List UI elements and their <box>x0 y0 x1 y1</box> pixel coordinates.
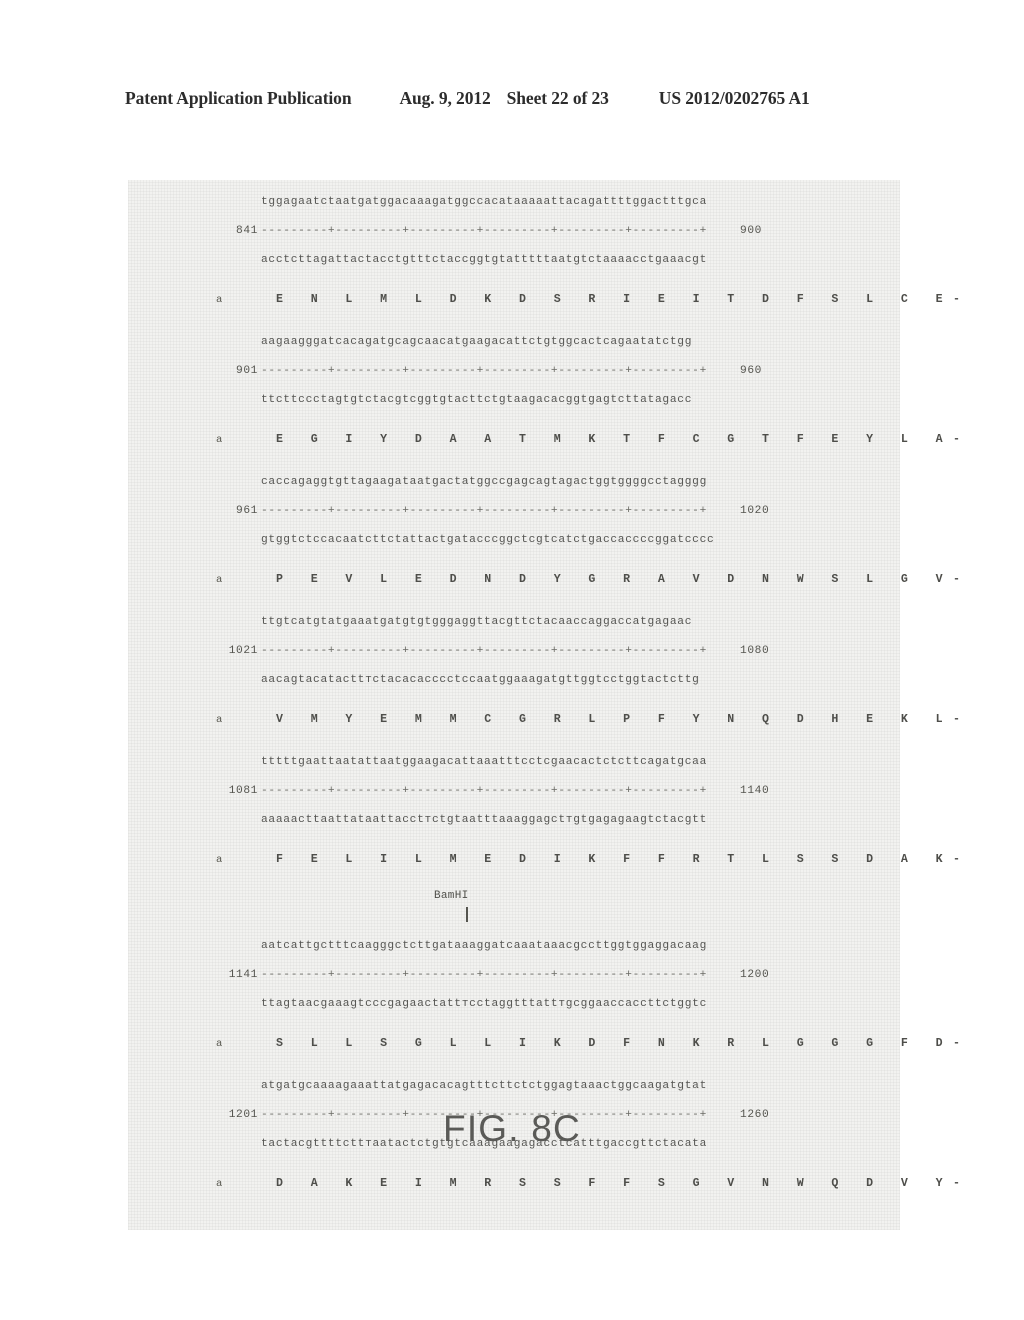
position-end: 1020 <box>740 505 770 517</box>
top-strand-row: ttgtcatgtatgaaatgatgtgtgggaggttacgttctac… <box>128 608 900 636</box>
ruler-ticks: ---------+---------+---------+---------+… <box>261 225 708 237</box>
ruler-row: 961 ---------+---------+---------+-------… <box>128 496 900 526</box>
frame-marker: a <box>216 714 223 726</box>
protein-translation-row: aE N L M L D K D S R I E I T D F S L C E… <box>128 274 960 326</box>
frame-marker: a <box>216 294 223 306</box>
protein-sequence: P E V L E D N D Y G R A V D N W S L G V- <box>276 573 971 586</box>
figure-panel: tggagaatctaatgatggacaaagatggccacataaaaat… <box>128 180 960 1230</box>
page-header: Patent Application Publication Aug. 9, 2… <box>125 88 900 109</box>
position-end: 960 <box>740 365 762 377</box>
restriction-site-annotation: BamHI <box>128 888 900 932</box>
top-strand-sequence: tggagaatctaatgatggacaaagatggccacataaaaat… <box>261 196 708 208</box>
top-strand-sequence: aatcattgctttcaagggctcttgataaaggatcaaataa… <box>261 940 708 952</box>
protein-sequence: E N L M L D K D S R I E I T D F S L C E- <box>276 293 971 306</box>
protein-translation-row: aP E V L E D N D Y G R A V D N W S L G V… <box>128 554 960 606</box>
frame-marker: a <box>216 854 223 866</box>
bottom-strand-sequence: gtggtctccacaatcttctattactgatacccggctcgtc… <box>261 534 715 546</box>
position-start: 1081 <box>228 785 258 797</box>
top-strand-row: caccagaggtgttagaagataatgactatggccgagcagt… <box>128 468 900 496</box>
sequence-block: tttttgaattaatattaatggaagacattaaatttcctcg… <box>128 748 960 886</box>
top-strand-row: aagaagggatcacagatgcagcaacatgaagacattctgt… <box>128 328 900 356</box>
protein-translation-row: aF E L I L M E D I K F F R T L S S D A K… <box>128 834 960 886</box>
ruler-row: 1141 ---------+---------+---------+------… <box>128 960 900 990</box>
ruler-ticks: ---------+---------+---------+---------+… <box>261 785 708 797</box>
frame-marker: a <box>216 1038 223 1050</box>
ruler-row: 901 ---------+---------+---------+-------… <box>128 356 900 386</box>
enzyme-pointer-tick <box>466 907 468 922</box>
ruler-ticks: ---------+---------+---------+---------+… <box>261 365 708 377</box>
sequence-block: aatcattgctttcaagggctcttgataaaggatcaaataa… <box>128 932 960 1070</box>
protein-translation-row: aV M Y E M M C G R L P F Y N Q D H E K L… <box>128 694 960 746</box>
top-strand-sequence: atgatgcaaaagaaattatgagacacagtttcttctctgg… <box>261 1080 708 1092</box>
protein-sequence: V M Y E M M C G R L P F Y N Q D H E K L- <box>276 713 971 726</box>
bottom-strand-sequence: ttagtaacgaaagtcccgagaactattтcctaggtttatt… <box>261 998 708 1010</box>
figure-caption: FIG. 8C <box>443 1108 581 1149</box>
publication-title: Patent Application Publication <box>125 88 352 108</box>
ruler-ticks: ---------+---------+---------+---------+… <box>261 505 708 517</box>
bottom-strand-sequence: ttcttccctagtgtctacgtcggtgtacttctgtaagaca… <box>261 394 693 406</box>
protein-sequence: E G I Y D A A T M K T F C G T F E Y L A- <box>276 433 971 446</box>
protein-translation-row: aD A K E I M R S S F F S G V N W Q D V Y… <box>128 1158 960 1210</box>
ruler-row: 1021 ---------+---------+---------+------… <box>128 636 900 666</box>
enzyme-label: BamHI <box>434 890 469 902</box>
bottom-strand-sequence: acctcttagattactacctgtttctaccggtgtattttta… <box>261 254 708 266</box>
bottom-strand-sequence: aaaaacttaattataattacctтctgtaatttaaaggagc… <box>261 814 708 826</box>
sheet-number: Sheet 22 of 23 <box>506 88 609 108</box>
publication-date: Aug. 9, 2012 <box>399 88 491 108</box>
frame-marker: a <box>216 574 223 586</box>
bottom-strand-row: acctcttagattactacctgtttctaccggtgtattttta… <box>128 246 900 274</box>
ruler-ticks: ---------+---------+---------+---------+… <box>261 645 708 657</box>
sequence-block: aagaagggatcacagatgcagcaacatgaagacattctgt… <box>128 328 960 466</box>
protein-translation-row: aE G I Y D A A T M K T F C G T F E Y L A… <box>128 414 960 466</box>
top-strand-row: atgatgcaaaagaaattatgagacacagtttcttctctgg… <box>128 1072 900 1100</box>
position-start: 841 <box>236 225 258 237</box>
bottom-strand-row: ttagtaacgaaagtcccgagaactattтcctaggtttatt… <box>128 990 900 1018</box>
position-start: 961 <box>236 505 258 517</box>
top-strand-row: aatcattgctttcaagggctcttgataaaggatcaaataa… <box>128 932 900 960</box>
sequence-block: caccagaggtgttagaagataatgactatggccgagcagt… <box>128 468 960 606</box>
ruler-row: 1081 ---------+---------+---------+------… <box>128 776 900 806</box>
top-strand-row: tttttgaattaatattaatggaagacattaaatttcctcg… <box>128 748 900 776</box>
protein-translation-row: aS L L S G L L I K D F N K R L G G G F D… <box>128 1018 960 1070</box>
frame-marker: a <box>216 1178 223 1190</box>
bottom-strand-row: aaaaacttaattataattacctтctgtaatttaaaggagc… <box>128 806 900 834</box>
protein-sequence: S L L S G L L I K D F N K R L G G G F D- <box>276 1037 971 1050</box>
ruler-ticks: ---------+---------+---------+---------+… <box>261 969 708 981</box>
ruler-row: 841 ---------+---------+---------+-------… <box>128 216 900 246</box>
position-start: 901 <box>236 365 258 377</box>
frame-marker: a <box>216 434 223 446</box>
top-strand-sequence: tttttgaattaatattaatggaagacattaaatttcctcg… <box>261 756 708 768</box>
position-end: 1140 <box>740 785 770 797</box>
top-strand-sequence: caccagaggtgttagaagataatgactatggccgagcagt… <box>261 476 708 488</box>
protein-sequence: D A K E I M R S S F F S G V N W Q D V Y- <box>276 1177 971 1190</box>
bottom-strand-row: ttcttccctagtgtctacgtcggtgtacttctgtaagaca… <box>128 386 900 414</box>
position-end: 1200 <box>740 969 770 981</box>
position-end: 900 <box>740 225 762 237</box>
top-strand-sequence: aagaagggatcacagatgcagcaacatgaagacattctgt… <box>261 336 693 348</box>
sequence-alignment: tggagaatctaatgatggacaaagatggccacataaaaat… <box>128 180 960 1212</box>
position-start: 1141 <box>228 969 258 981</box>
bottom-strand-row: gtggtctccacaatcttctattactgatacccggctcgtc… <box>128 526 900 554</box>
patent-number: US 2012/0202765 A1 <box>658 88 810 108</box>
top-strand-row: tggagaatctaatgatggacaaagatggccacataaaaat… <box>128 188 900 216</box>
sequence-block: ttgtcatgtatgaaatgatgtgtgggaggttacgttctac… <box>128 608 960 746</box>
protein-sequence: F E L I L M E D I K F F R T L S S D A K- <box>276 853 971 866</box>
bottom-strand-sequence: aacagtacatacttтctacacacccctccaatggaaagat… <box>261 674 700 686</box>
top-strand-sequence: ttgtcatgtatgaaatgatgtgtgggaggttacgttctac… <box>261 616 693 628</box>
position-end: 1080 <box>740 645 770 657</box>
bottom-strand-row: aacagtacatacttтctacacacccctccaatggaaagat… <box>128 666 900 694</box>
position-start: 1021 <box>228 645 258 657</box>
sequence-block: tggagaatctaatgatggacaaagatggccacataaaaat… <box>128 188 960 326</box>
